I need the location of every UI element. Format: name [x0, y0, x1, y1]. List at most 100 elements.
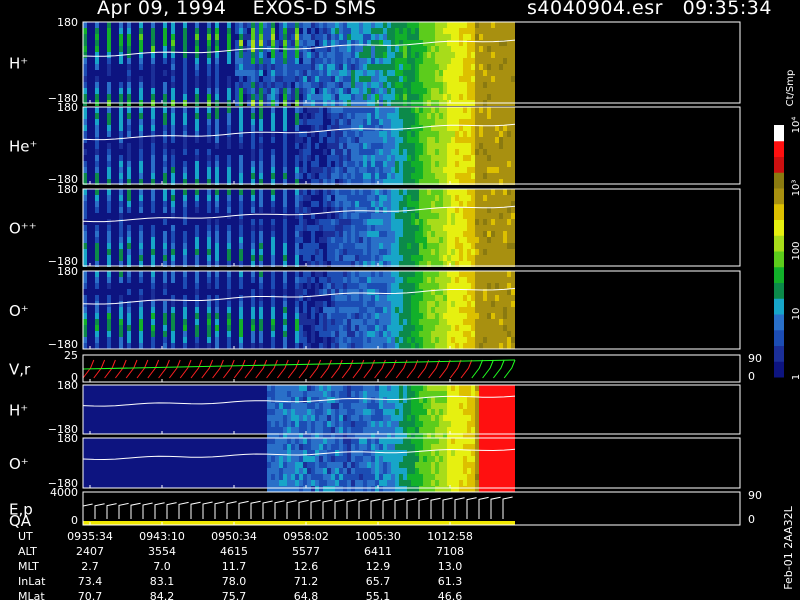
heat-cell	[407, 64, 411, 70]
heat-cell	[171, 307, 175, 313]
heat-cell	[83, 189, 87, 195]
heat-cell	[395, 438, 399, 444]
heat-cell	[347, 173, 351, 179]
heat-cell	[247, 94, 251, 100]
heat-cell	[439, 468, 443, 474]
heat-cell	[343, 450, 347, 456]
heat-cell	[403, 403, 407, 409]
heat-cell	[399, 131, 403, 137]
heat-cell	[335, 173, 339, 179]
heat-cell	[287, 409, 291, 415]
heat-cell	[163, 161, 167, 167]
heat-cell	[499, 46, 503, 52]
heat-cell	[335, 385, 339, 391]
heat-cell	[403, 277, 407, 283]
heat-cell	[455, 301, 459, 307]
heat-cell	[415, 82, 419, 88]
heat-cell	[327, 213, 331, 219]
heat-cell	[271, 255, 275, 261]
heat-cell	[411, 76, 415, 82]
heat-cell	[323, 474, 327, 480]
heat-cell	[391, 397, 395, 403]
heat-cell	[283, 421, 287, 427]
heat-cell	[455, 271, 459, 277]
heat-cell	[347, 438, 351, 444]
heat-cell	[403, 468, 407, 474]
heat-cell	[507, 421, 511, 427]
heat-cell	[447, 143, 451, 149]
heat-cell	[351, 195, 355, 201]
heat-cell	[251, 58, 255, 64]
heat-cell	[379, 94, 383, 100]
heat-cell	[311, 313, 315, 319]
heat-cell	[463, 283, 467, 289]
heat-cell	[479, 58, 483, 64]
heat-cell	[163, 52, 167, 58]
heat-cell	[95, 283, 99, 289]
heat-cell	[215, 58, 219, 64]
heat-cell	[323, 231, 327, 237]
heat-cell	[375, 149, 379, 155]
heat-cell	[491, 385, 495, 391]
heat-cell	[411, 343, 415, 349]
heat-cell	[235, 46, 239, 52]
heat-cell	[379, 271, 383, 277]
heat-cell	[95, 271, 99, 277]
heat-cell	[423, 277, 427, 283]
heat-cell	[207, 337, 211, 343]
heat-cell	[459, 131, 463, 137]
heat-cell	[335, 468, 339, 474]
heat-cell	[431, 107, 435, 113]
heat-cell	[299, 149, 303, 155]
heat-cell	[227, 107, 231, 113]
heat-cell	[439, 243, 443, 249]
heat-cell	[299, 201, 303, 207]
heat-cell	[343, 319, 347, 325]
heat-cell	[403, 295, 407, 301]
heat-cell	[335, 189, 339, 195]
heat-cell	[347, 149, 351, 155]
heat-cell	[331, 173, 335, 179]
heat-cell	[239, 283, 243, 289]
heat-cell	[171, 237, 175, 243]
heat-cell	[139, 207, 143, 213]
heat-cell	[351, 421, 355, 427]
heat-cell	[475, 137, 479, 143]
heat-cell	[83, 173, 87, 179]
heat-cell	[95, 131, 99, 137]
heat-cell	[483, 243, 487, 249]
heat-cell	[255, 52, 259, 58]
heat-cell	[295, 468, 299, 474]
heat-cell	[391, 64, 395, 70]
heat-cell	[331, 149, 335, 155]
heat-cell	[347, 301, 351, 307]
heat-cell	[183, 58, 187, 64]
heat-cell	[443, 301, 447, 307]
heat-cell	[483, 143, 487, 149]
heat-cell	[455, 343, 459, 349]
heat-cell	[339, 331, 343, 337]
heat-cell	[259, 119, 263, 125]
heat-cell	[367, 427, 371, 433]
heat-cell	[435, 462, 439, 468]
heat-cell	[151, 313, 155, 319]
heat-cell	[311, 391, 315, 397]
heat-cell	[127, 173, 131, 179]
heat-cell	[327, 22, 331, 28]
heat-cell	[315, 113, 319, 119]
heat-cell	[431, 64, 435, 70]
heat-cell	[467, 40, 471, 46]
heat-cell	[239, 167, 243, 173]
heat-cell	[323, 385, 327, 391]
heat-cell	[335, 201, 339, 207]
heat-cell	[291, 52, 295, 58]
heat-cell	[495, 219, 499, 225]
heat-cell	[379, 385, 383, 391]
heat-cell	[307, 119, 311, 125]
heat-cell	[215, 64, 219, 70]
heat-cell	[427, 319, 431, 325]
heat-cell	[371, 444, 375, 450]
heat-cell	[183, 319, 187, 325]
heat-cell	[423, 307, 427, 313]
heat-cell	[447, 76, 451, 82]
